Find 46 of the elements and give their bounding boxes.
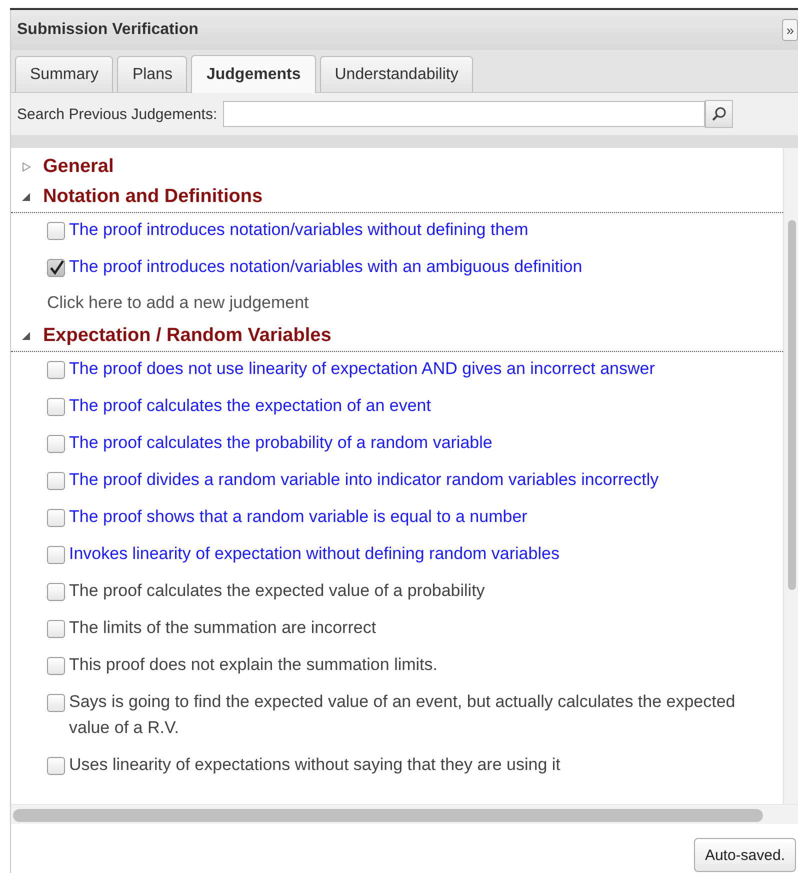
judgement-text: Says is going to find the expected value of an event, but actually calculates the expected value of a R.V. (69, 691, 736, 739)
section-header[interactable]: General (11, 152, 783, 182)
judgement-link[interactable]: The proof introduces notation/variables without defining them (69, 217, 528, 243)
checkbox[interactable] (47, 509, 65, 527)
judgement-text: The limits of the summation are incorrect (69, 617, 376, 639)
judgement-text: This proof does not explain the summation limits. (69, 654, 438, 676)
judgement-link[interactable]: The proof introduces notation/variables with an ambiguous definition (69, 254, 582, 280)
judgement-link[interactable]: Invokes linearity of expectation without defining random variables (69, 541, 560, 567)
search-button[interactable] (705, 100, 734, 128)
search-icon (711, 106, 728, 122)
checkbox[interactable] (47, 222, 65, 240)
collapse-button[interactable]: » (782, 19, 798, 41)
checkbox[interactable] (47, 361, 65, 379)
search-label: Search Previous Judgements: (17, 106, 218, 122)
checkbox[interactable] (47, 472, 65, 490)
checkbox[interactable] (47, 657, 65, 675)
checkbox[interactable] (47, 259, 65, 277)
tab[interactable]: Judgements (191, 55, 316, 93)
add-judgement-link[interactable]: Click here to add a new judgement (11, 287, 783, 321)
judgement-link[interactable]: The proof divides a random variable into indicator random variables incorrectly (69, 467, 659, 493)
judgement-link[interactable]: The proof shows that a random variable is equal to a number (69, 504, 528, 530)
judgement-link[interactable]: The proof does not use linearity of expectation AND gives an incorrect answer (69, 356, 655, 382)
tab[interactable]: Summary (15, 56, 114, 92)
checkbox[interactable] (47, 398, 65, 416)
horizontal-scrollbar[interactable] (11, 804, 798, 824)
search-field[interactable] (223, 101, 706, 127)
checkbox[interactable] (47, 583, 65, 601)
auto-saved-button[interactable]: Auto-saved. (694, 838, 796, 872)
panel-title: Submission Verification (17, 21, 198, 39)
expanded-triangle-icon (21, 192, 31, 202)
checkbox[interactable] (47, 435, 65, 453)
checkbox[interactable] (47, 757, 65, 775)
judgement-link[interactable]: The proof calculates the expectation of an event (69, 393, 431, 419)
tab[interactable]: Plans (117, 56, 188, 92)
checkbox[interactable] (47, 620, 65, 638)
section-header[interactable]: Notation and Definitions (11, 182, 783, 213)
tab[interactable]: Understandability (320, 56, 474, 92)
section-header[interactable]: Expectation / Random Variables (11, 321, 783, 352)
vertical-scrollbar[interactable] (783, 148, 798, 804)
checkbox[interactable] (47, 694, 65, 712)
judgement-text: Uses linearity of expectations without saying that they are using it (69, 754, 560, 776)
judgement-text: The proof calculates the expected value of a probability (69, 580, 485, 602)
judgement-link[interactable]: The proof calculates the probability of a random variable (69, 430, 492, 456)
checkbox[interactable] (47, 546, 65, 564)
expanded-triangle-icon (21, 331, 31, 341)
collapsed-triangle-icon (21, 162, 31, 172)
